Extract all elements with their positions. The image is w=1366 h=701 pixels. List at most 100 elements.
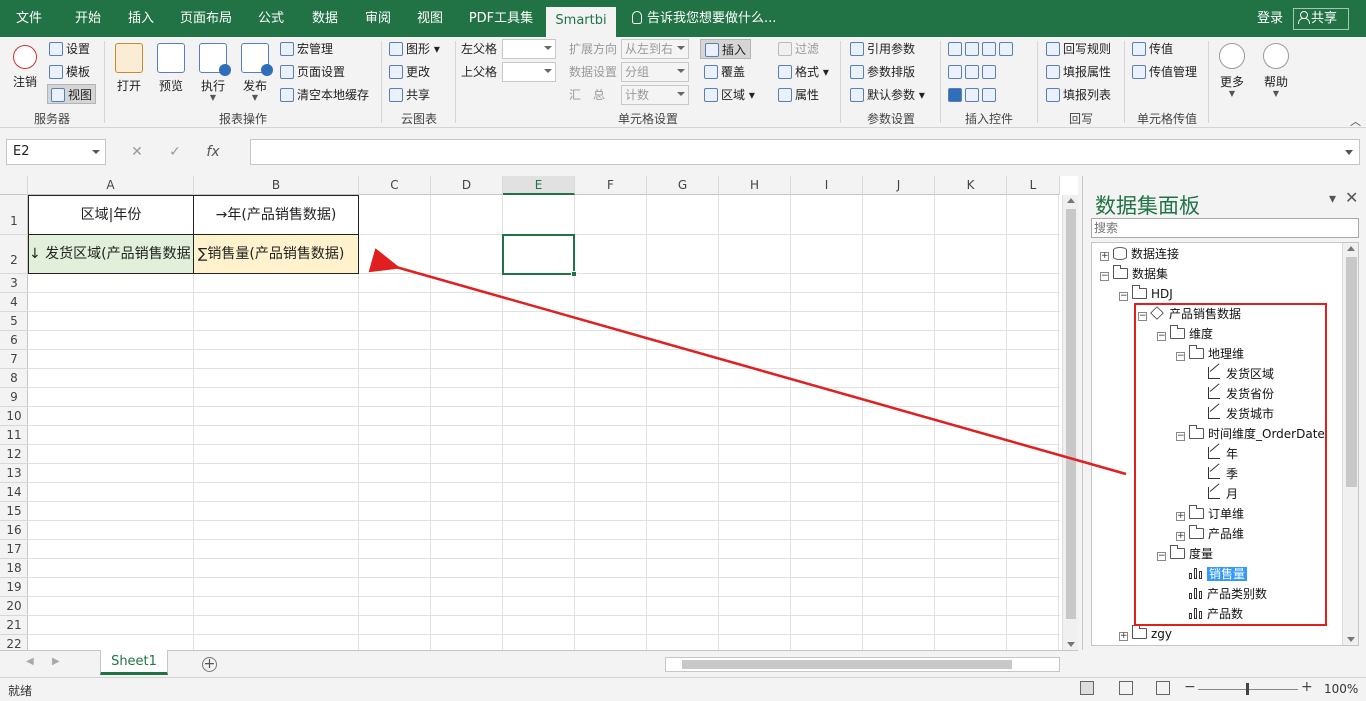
page-layout-view-icon[interactable] <box>1119 681 1133 695</box>
tree-node-month[interactable]: 月 <box>1195 484 1238 504</box>
tell-me-box[interactable]: 告诉我您想要做什么... <box>632 0 776 37</box>
help-button[interactable]: 帮助 ▼ <box>1256 39 1296 98</box>
tree-node-quarter[interactable]: 季 <box>1195 464 1238 484</box>
format-button[interactable]: 格式 ▾ <box>778 62 829 82</box>
fill-handle[interactable] <box>571 271 577 277</box>
collapse-icon[interactable]: − <box>1157 552 1166 561</box>
scroll-down-icon[interactable] <box>1067 642 1075 647</box>
collapse-icon[interactable]: − <box>1176 352 1185 361</box>
tree-node-geo[interactable]: − 地理维 <box>1176 344 1244 364</box>
tree-node-order[interactable]: + 订单维 <box>1176 504 1244 524</box>
function-icon[interactable]: fx <box>194 139 232 165</box>
column-header[interactable]: I <box>791 176 863 195</box>
property-button[interactable]: 属性 <box>778 85 819 105</box>
column-header[interactable]: A <box>28 176 194 195</box>
expand-icon[interactable]: + <box>1176 512 1185 521</box>
collapse-icon[interactable]: − <box>1176 432 1185 441</box>
cell-b2[interactable]: ∑销售量(产品销售数据) <box>193 234 359 274</box>
column-header[interactable]: E <box>503 176 575 195</box>
fill-property-button[interactable]: 填报属性 <box>1046 62 1111 82</box>
cancel-icon[interactable]: ✕ <box>118 139 156 165</box>
scroll-up-icon[interactable] <box>1067 198 1075 203</box>
tree-node-product[interactable]: + 产品维 <box>1176 524 1244 544</box>
fill-list-button[interactable]: 填报列表 <box>1046 85 1111 105</box>
row-header[interactable]: 7 <box>0 350 28 369</box>
close-icon[interactable]: ✕ <box>1345 188 1358 207</box>
chart-button[interactable]: 图形 ▾ <box>389 39 440 59</box>
column-header[interactable]: L <box>1007 176 1060 195</box>
row-header[interactable]: 19 <box>0 578 28 597</box>
tab-insert[interactable]: 插入 <box>116 0 166 37</box>
collapse-ribbon-icon[interactable]: ︿ <box>1350 113 1361 129</box>
name-box[interactable]: E2 <box>6 139 106 165</box>
cover-mode-button[interactable]: 覆盖 <box>704 62 745 82</box>
more-button[interactable]: 更多 ▼ <box>1212 39 1252 98</box>
column-header[interactable]: H <box>719 176 791 195</box>
cloud-share-button[interactable]: 共享 <box>389 85 430 105</box>
link-control-icon[interactable] <box>965 88 979 102</box>
vertical-scrollbar[interactable] <box>1062 195 1078 650</box>
row-header[interactable]: 10 <box>0 407 28 426</box>
macro-button[interactable]: 宏管理 <box>280 39 333 59</box>
filter-button[interactable]: 过滤 <box>778 39 819 59</box>
column-header[interactable]: F <box>575 176 647 195</box>
scroll-thumb[interactable] <box>1346 257 1357 487</box>
collapse-icon[interactable]: − <box>1119 292 1128 301</box>
page-setup-button[interactable]: 页面设置 <box>280 62 345 82</box>
top-parent-select[interactable] <box>502 62 556 82</box>
tab-file[interactable]: 文件 <box>0 0 58 37</box>
horizontal-scrollbar[interactable] <box>665 657 1060 672</box>
cell-a1[interactable]: 区域|年份 <box>28 195 194 235</box>
zoom-out-icon[interactable]: − <box>1184 679 1196 695</box>
checkbox-control-icon[interactable] <box>948 88 962 102</box>
row-header[interactable]: 16 <box>0 521 28 540</box>
prev-sheet-icon[interactable]: ◀ <box>26 656 34 667</box>
cell-b1[interactable]: →年(产品销售数据) <box>193 195 359 235</box>
row-header[interactable]: 17 <box>0 540 28 559</box>
tree-node-dataset[interactable]: − 数据集 <box>1100 264 1168 284</box>
text-control-icon[interactable] <box>982 42 996 56</box>
panel-search-input[interactable] <box>1091 218 1359 238</box>
confirm-icon[interactable]: ✓ <box>156 139 194 165</box>
scroll-up-icon[interactable] <box>1347 246 1355 251</box>
view-button[interactable]: 视图 <box>47 84 97 104</box>
region-button[interactable]: 区域 ▾ <box>704 85 755 105</box>
next-sheet-icon[interactable]: ▶ <box>52 656 60 667</box>
expand-icon[interactable]: + <box>1176 532 1185 541</box>
zoom-level[interactable]: 100% <box>1324 682 1358 696</box>
scroll-thumb[interactable] <box>682 660 1012 669</box>
column-header[interactable]: C <box>359 176 431 195</box>
pass-value-manage-button[interactable]: 传值管理 <box>1132 62 1197 82</box>
publish-button[interactable]: 发布 ▼ <box>235 39 275 102</box>
tree-node-data-connection[interactable]: + 数据连接 <box>1100 244 1179 264</box>
row-header[interactable]: 21 <box>0 616 28 635</box>
template-button[interactable]: 模板 <box>49 62 90 82</box>
tree-node-time-dimension[interactable]: − 时间维度_OrderDate <box>1176 424 1325 444</box>
tab-home[interactable]: 开始 <box>62 0 114 37</box>
column-header[interactable]: J <box>863 176 935 195</box>
tab-formulas[interactable]: 公式 <box>248 0 294 37</box>
execute-button[interactable]: 执行 ▼ <box>193 39 233 102</box>
textbox-control-icon[interactable] <box>982 88 996 102</box>
expand-direction-select[interactable]: 从左到右 <box>621 39 689 59</box>
tab-data[interactable]: 数据 <box>302 0 348 37</box>
tab-view[interactable]: 视图 <box>408 0 452 37</box>
tab-page-layout[interactable]: 页面布局 <box>172 0 240 37</box>
tree-node-product-category-count[interactable]: 产品类别数 <box>1176 584 1267 604</box>
dropdown-control-icon[interactable] <box>965 42 979 56</box>
expand-icon[interactable]: + <box>1100 252 1109 261</box>
row-header[interactable]: 18 <box>0 559 28 578</box>
tree-node-ship-province[interactable]: 发货省份 <box>1195 384 1274 404</box>
row-header[interactable]: 22 <box>0 635 28 650</box>
list-control-icon[interactable] <box>948 65 962 79</box>
row-header[interactable]: 6 <box>0 331 28 350</box>
ref-param-button[interactable]: 引用参数 <box>850 39 915 59</box>
row-header[interactable]: 13 <box>0 464 28 483</box>
row-header[interactable]: 1 <box>0 195 28 235</box>
sheet-tab-sheet1[interactable]: Sheet1 <box>100 650 168 675</box>
settings-button[interactable]: 设置 <box>49 39 90 59</box>
clear-cache-button[interactable]: 清空本地缓存 <box>280 85 369 105</box>
scroll-thumb[interactable] <box>1066 209 1076 619</box>
row-header[interactable]: 3 <box>0 274 28 293</box>
collapse-icon[interactable]: − <box>1138 312 1147 321</box>
